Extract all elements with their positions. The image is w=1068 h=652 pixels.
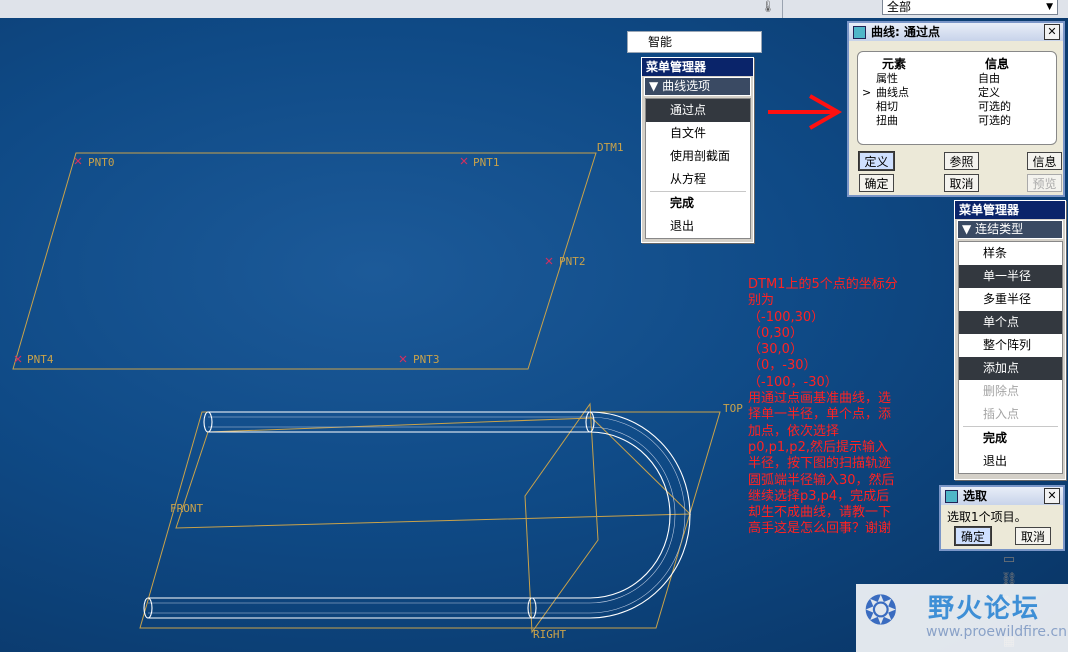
menu-item-done[interactable]: 完成 bbox=[646, 192, 750, 215]
menu-item-add-point[interactable]: 添加点 bbox=[959, 357, 1062, 380]
menu-item-quit[interactable]: 退出 bbox=[646, 215, 750, 238]
row-element: 属性 bbox=[876, 72, 898, 85]
watermark-title: 野火论坛 bbox=[928, 594, 1041, 624]
close-icon[interactable]: ✕ bbox=[1044, 24, 1060, 40]
sweep-pipe[interactable] bbox=[143, 411, 691, 619]
menu-manager-curve-options: 菜单管理器 ▼ 曲线选项 通过点 自文件 使用剖截面 从方程 完成 退出 bbox=[641, 57, 754, 243]
smart-filter-box[interactable]: 智能 bbox=[627, 31, 762, 53]
smart-filter-label: 智能 bbox=[648, 35, 673, 49]
dialog-app-icon bbox=[853, 26, 866, 39]
menu-item-done[interactable]: 完成 bbox=[959, 427, 1062, 450]
element-table: 元素 信息 属性 自由 > 曲线点 定义 相切 可选的 扭曲 可选的 bbox=[857, 51, 1057, 145]
menu-item-quit[interactable]: 退出 bbox=[959, 450, 1062, 473]
reference-button[interactable]: 参照 bbox=[944, 152, 979, 170]
dialog-titlebar: 曲线: 通过点 ✕ bbox=[849, 23, 1063, 41]
close-icon[interactable]: ✕ bbox=[1044, 488, 1060, 504]
curve-through-points-dialog: 曲线: 通过点 ✕ 元素 信息 属性 自由 > 曲线点 定义 相切 可选的 扭曲… bbox=[847, 21, 1065, 197]
menu-manager-connect-type: 菜单管理器 ▼ 连结类型 样条 单一半径 多重半径 单个点 整个阵列 添加点 删… bbox=[954, 200, 1066, 480]
row-info: 可选的 bbox=[978, 114, 1011, 127]
dialog-app-icon bbox=[945, 490, 958, 503]
menu-item-through-points[interactable]: 通过点 bbox=[646, 99, 750, 122]
label-pnt4: PNT4 bbox=[27, 353, 54, 366]
menu-item-delete-point: 删除点 bbox=[983, 384, 1020, 398]
table-row[interactable]: 相切 可选的 bbox=[858, 100, 1056, 114]
info-button[interactable]: 信息 bbox=[1027, 152, 1062, 170]
submenu-label: 连结类型 bbox=[975, 222, 1024, 236]
dialog-title: 选取 bbox=[963, 489, 988, 503]
question-annotation: DTM1上的5个点的坐标分 别为 （-100,30） （0,30） （30,0）… bbox=[748, 277, 898, 537]
label-pnt2: PNT2 bbox=[559, 255, 586, 268]
cancel-button[interactable]: 取消 bbox=[944, 174, 979, 192]
label-pnt1: PNT1 bbox=[473, 156, 500, 169]
current-row-marker: > bbox=[862, 86, 872, 99]
datum-plane-dtm1[interactable] bbox=[12, 152, 597, 370]
pick-dialog: 选取 ✕ 选取1个项目。 确定 取消 bbox=[939, 485, 1065, 551]
menu-manager-title: 菜单管理器 bbox=[642, 58, 753, 76]
datum-point-markers[interactable] bbox=[14, 157, 553, 363]
col-header-info: 信息 bbox=[985, 57, 1010, 71]
dialog-titlebar: 选取 ✕ bbox=[941, 487, 1063, 505]
define-button[interactable]: 定义 bbox=[858, 151, 895, 171]
menu-item-use-xsec[interactable]: 使用剖截面 bbox=[646, 145, 750, 168]
pnt0-marker bbox=[74, 157, 82, 165]
dialog-title: 曲线: 通过点 bbox=[871, 25, 940, 39]
ruler-icon[interactable]: ▭ bbox=[1000, 552, 1018, 568]
submenu-label: 曲线选项 bbox=[662, 79, 711, 93]
watermark-logo-icon: ❂ bbox=[864, 588, 898, 634]
menu-item-spline[interactable]: 样条 bbox=[959, 242, 1062, 265]
row-info: 可选的 bbox=[978, 100, 1011, 113]
row-element: 曲线点 bbox=[876, 86, 909, 99]
label-dtm1: DTM1 bbox=[597, 141, 624, 154]
label-top: TOP bbox=[723, 402, 743, 415]
menu-item-single-radius[interactable]: 单一半径 bbox=[959, 265, 1062, 288]
table-row[interactable]: 扭曲 可选的 bbox=[858, 114, 1056, 128]
row-element: 扭曲 bbox=[876, 114, 898, 127]
watermark: ❂ 野火论坛 www.proewildfire.cn bbox=[856, 584, 1068, 652]
watermark-url: www.proewildfire.cn bbox=[926, 624, 1068, 640]
pnt2-marker bbox=[545, 257, 553, 265]
menu-item-insert-point: 插入点 bbox=[983, 407, 1020, 421]
collapse-triangle-icon[interactable]: ▼ bbox=[962, 222, 971, 236]
label-front: FRONT bbox=[170, 502, 203, 515]
arrow-right-icon bbox=[768, 94, 843, 130]
submenu-connect-type[interactable]: ▼ 连结类型 bbox=[957, 220, 1063, 239]
datum-plane-front[interactable] bbox=[175, 417, 692, 529]
label-pnt3: PNT3 bbox=[413, 353, 440, 366]
preview-button[interactable]: 预览 bbox=[1027, 174, 1062, 192]
submenu-curve-options[interactable]: ▼ 曲线选项 bbox=[644, 77, 751, 96]
row-info: 定义 bbox=[978, 86, 1000, 99]
label-right: RIGHT bbox=[533, 628, 566, 641]
pick-cancel-button[interactable]: 取消 bbox=[1015, 527, 1051, 545]
table-row[interactable]: 属性 自由 bbox=[858, 72, 1056, 86]
menu-list: 样条 单一半径 多重半径 单个点 整个阵列 添加点 删除点 插入点 完成 退出 bbox=[958, 241, 1063, 474]
menu-item-from-file[interactable]: 自文件 bbox=[646, 122, 750, 145]
menu-item-from-equation[interactable]: 从方程 bbox=[646, 168, 750, 191]
table-row[interactable]: > 曲线点 定义 bbox=[858, 86, 1056, 100]
ok-button[interactable]: 确定 bbox=[859, 174, 894, 192]
collapse-triangle-icon[interactable]: ▼ bbox=[649, 79, 658, 93]
pnt3-marker bbox=[399, 355, 407, 363]
menu-manager-title: 菜单管理器 bbox=[955, 201, 1065, 219]
menu-item-whole-array[interactable]: 整个阵列 bbox=[959, 334, 1062, 357]
menu-list: 通过点 自文件 使用剖截面 从方程 完成 退出 bbox=[645, 98, 751, 239]
pick-message: 选取1个项目。 bbox=[947, 510, 1027, 524]
menu-item-single-point[interactable]: 单个点 bbox=[959, 311, 1062, 334]
pnt1-marker bbox=[460, 157, 468, 165]
menu-item-multiple-radius[interactable]: 多重半径 bbox=[959, 288, 1062, 311]
row-info: 自由 bbox=[978, 72, 1000, 85]
row-element: 相切 bbox=[876, 100, 898, 113]
label-pnt0: PNT0 bbox=[88, 156, 115, 169]
pick-ok-button[interactable]: 确定 bbox=[954, 526, 992, 546]
col-header-element: 元素 bbox=[882, 57, 907, 71]
